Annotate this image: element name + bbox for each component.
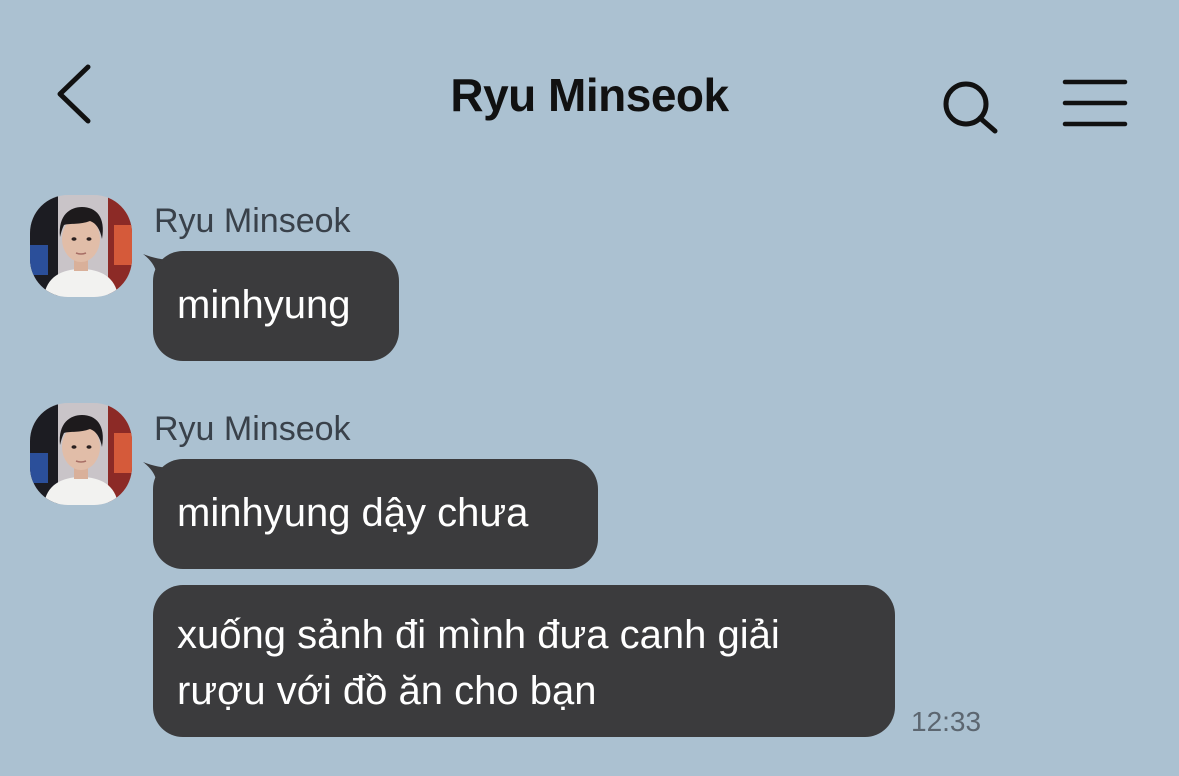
message-text-line: rượu với đồ ăn cho bạn [177, 669, 597, 713]
message-text: minhyung dậy chưa [177, 491, 529, 535]
chat-screen: Ryu Minseok Ryu Minseok minhyung Ryu Min… [0, 0, 1179, 776]
message-bubble[interactable]: minhyung dậy chưa [153, 459, 598, 569]
search-icon [943, 81, 998, 134]
avatar-photo [30, 195, 132, 297]
message-bubble[interactable]: xuống sảnh đi mình đưa canh giải rượu vớ… [153, 585, 895, 737]
avatar[interactable] [30, 403, 132, 505]
avatar[interactable] [30, 195, 132, 297]
message-timestamp: 12:33 [911, 706, 982, 737]
menu-button[interactable] [1060, 78, 1130, 128]
avatar-photo [30, 403, 132, 505]
message-text: minhyung [177, 283, 351, 327]
hamburger-menu-icon [1062, 79, 1128, 127]
chat-header: Ryu Minseok [0, 40, 1179, 150]
message-bubble[interactable]: minhyung [153, 251, 399, 361]
message-text-line: xuống sảnh đi mình đưa canh giải [177, 613, 780, 657]
sender-name: Ryu Minseok [154, 202, 351, 240]
sender-name: Ryu Minseok [154, 410, 351, 448]
search-button[interactable] [938, 78, 1004, 136]
